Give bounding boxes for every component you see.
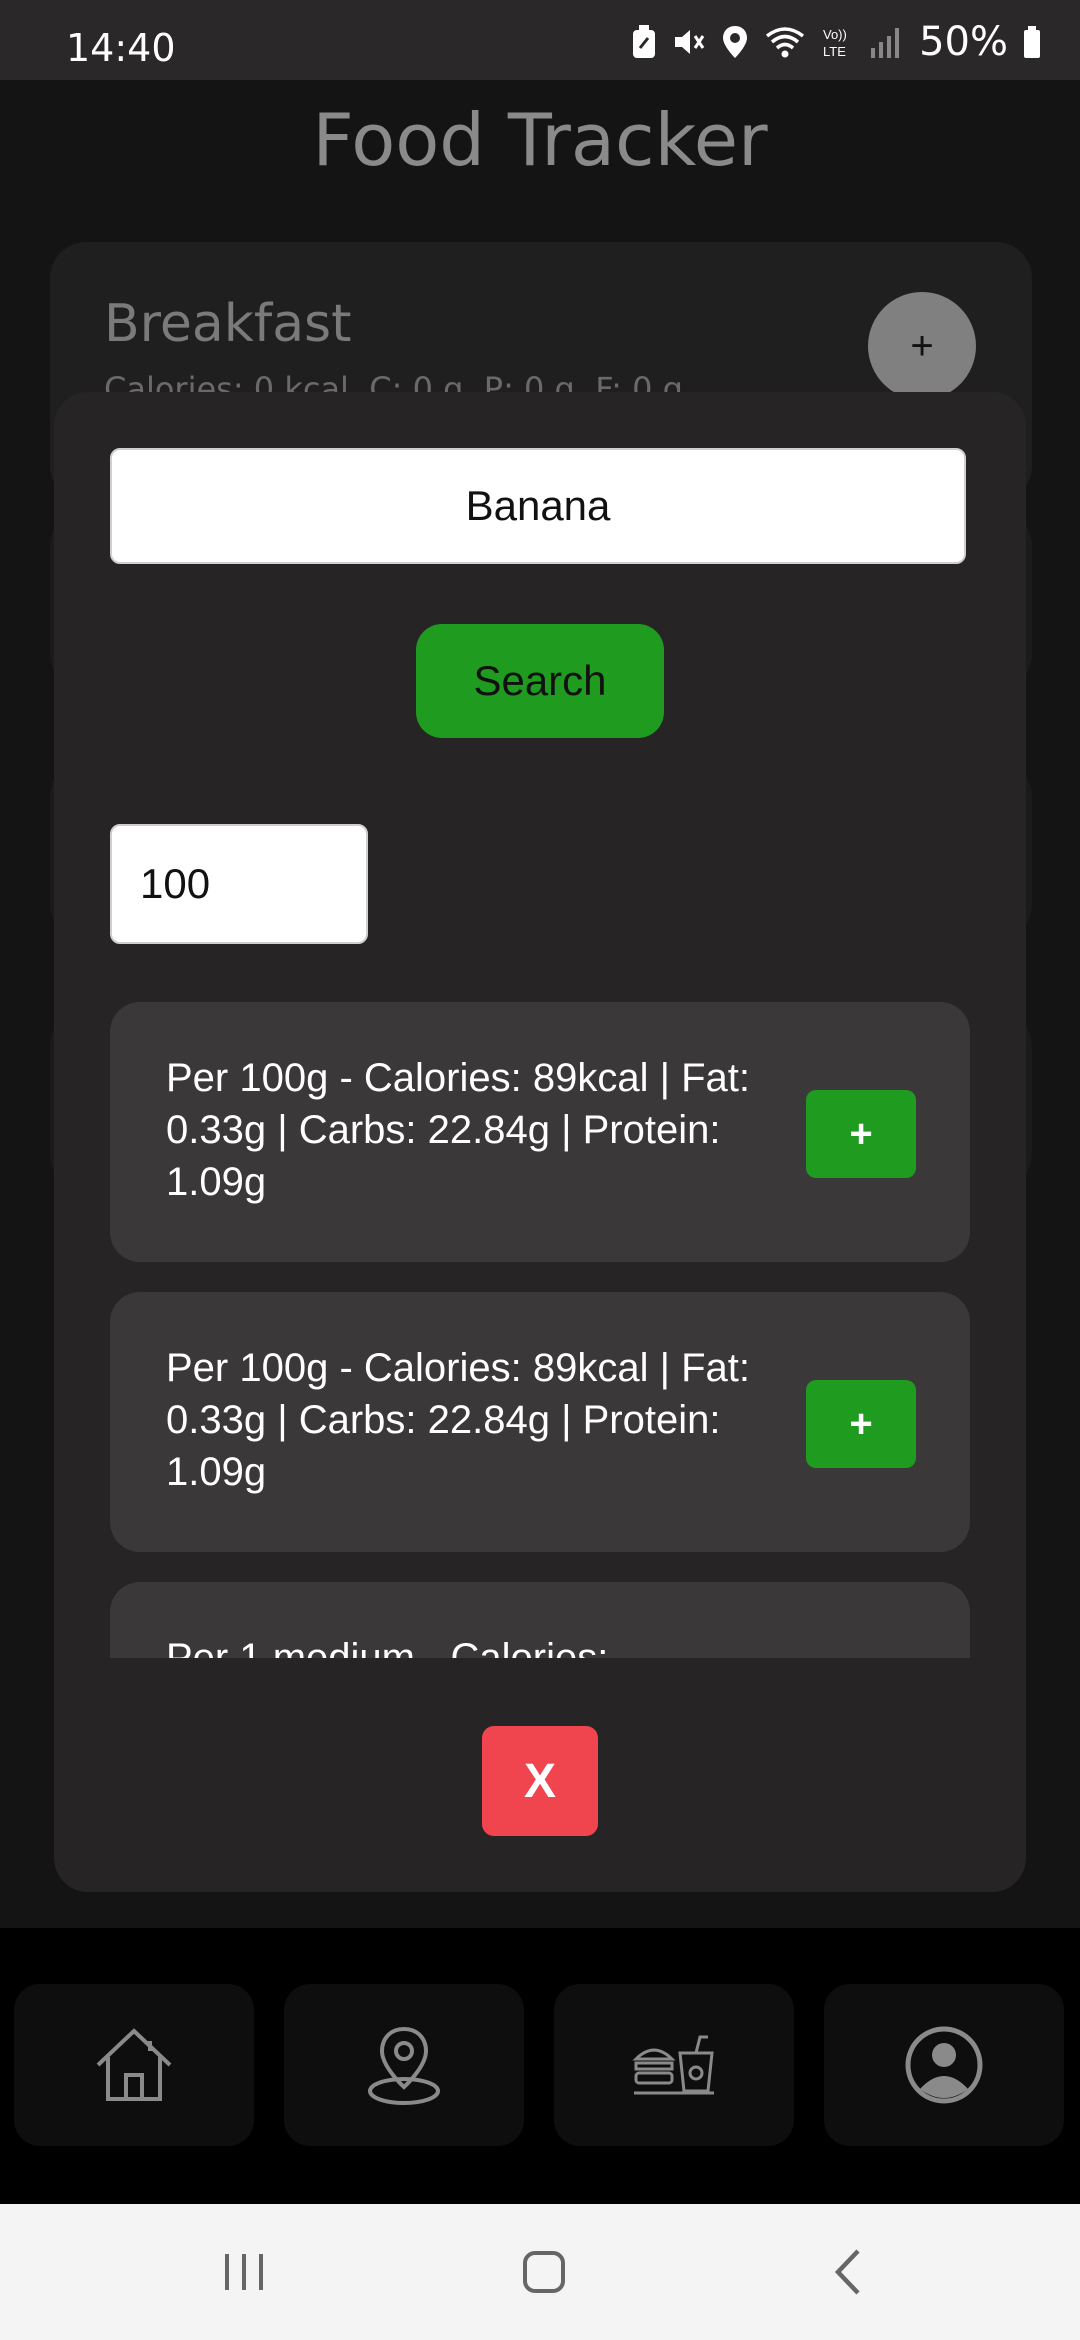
home-button-icon [523,2251,565,2293]
status-bar: 14:40 Vo)) LTE 50% [0,0,1080,80]
location-icon [723,26,748,58]
food-search-input[interactable] [110,448,966,564]
tab-profile[interactable] [824,1984,1064,2146]
back-button[interactable] [798,2234,898,2310]
meal-add-button[interactable]: + [868,292,976,400]
volte-icon: Vo)) LTE [823,27,847,59]
add-food-button[interactable]: + [806,1380,916,1468]
mute-icon [675,30,705,54]
tab-food[interactable] [554,1984,794,2146]
results-list[interactable]: Per 100g - Calories: 89kcal | Fat: 0.33g… [110,1002,970,1658]
battery-percent: 50% [919,19,1008,65]
food-icon [632,2035,714,2095]
quantity-input[interactable] [110,824,368,944]
search-button[interactable]: Search [416,624,664,738]
profile-icon [905,2026,983,2104]
status-time: 14:40 [66,26,176,70]
tab-home[interactable] [14,1984,254,2146]
meal-name: Breakfast [104,294,352,354]
recent-apps-button[interactable] [194,2234,294,2310]
system-nav-bar [0,2204,1080,2340]
bottom-tab-bar [0,1928,1080,2204]
recent-apps-icon [225,2254,263,2290]
signal-icon [871,28,900,58]
result-nutrition-text: Per 1 medium - Calories: [166,1636,609,1658]
svg-text:LTE: LTE [823,44,846,59]
back-icon [834,2249,860,2295]
home-button[interactable] [494,2234,594,2310]
result-item: Per 1 medium - Calories: [110,1582,970,1658]
result-item: Per 100g - Calories: 89kcal | Fat: 0.33g… [110,1002,970,1262]
result-nutrition-text: Per 100g - Calories: 89kcal | Fat: 0.33g… [166,1056,750,1204]
result-nutrition-text: Per 100g - Calories: 89kcal | Fat: 0.33g… [166,1346,750,1494]
wifi-icon [766,27,805,58]
tab-map[interactable] [284,1984,524,2146]
result-item: Per 100g - Calories: 89kcal | Fat: 0.33g… [110,1292,970,1552]
home-icon [96,2028,172,2101]
add-food-button[interactable]: + [806,1090,916,1178]
status-icons: Vo)) LTE 50% [631,19,1042,65]
svg-text:Vo)): Vo)) [823,27,847,42]
food-search-modal: Search Per 100g - Calories: 89kcal | Fat… [54,392,1026,1892]
location-pin-icon [368,2026,440,2105]
battery-saver-icon [633,25,656,58]
battery-icon [1024,26,1040,58]
close-modal-button[interactable]: X [482,1726,598,1836]
page-title: Food Tracker [312,98,768,182]
